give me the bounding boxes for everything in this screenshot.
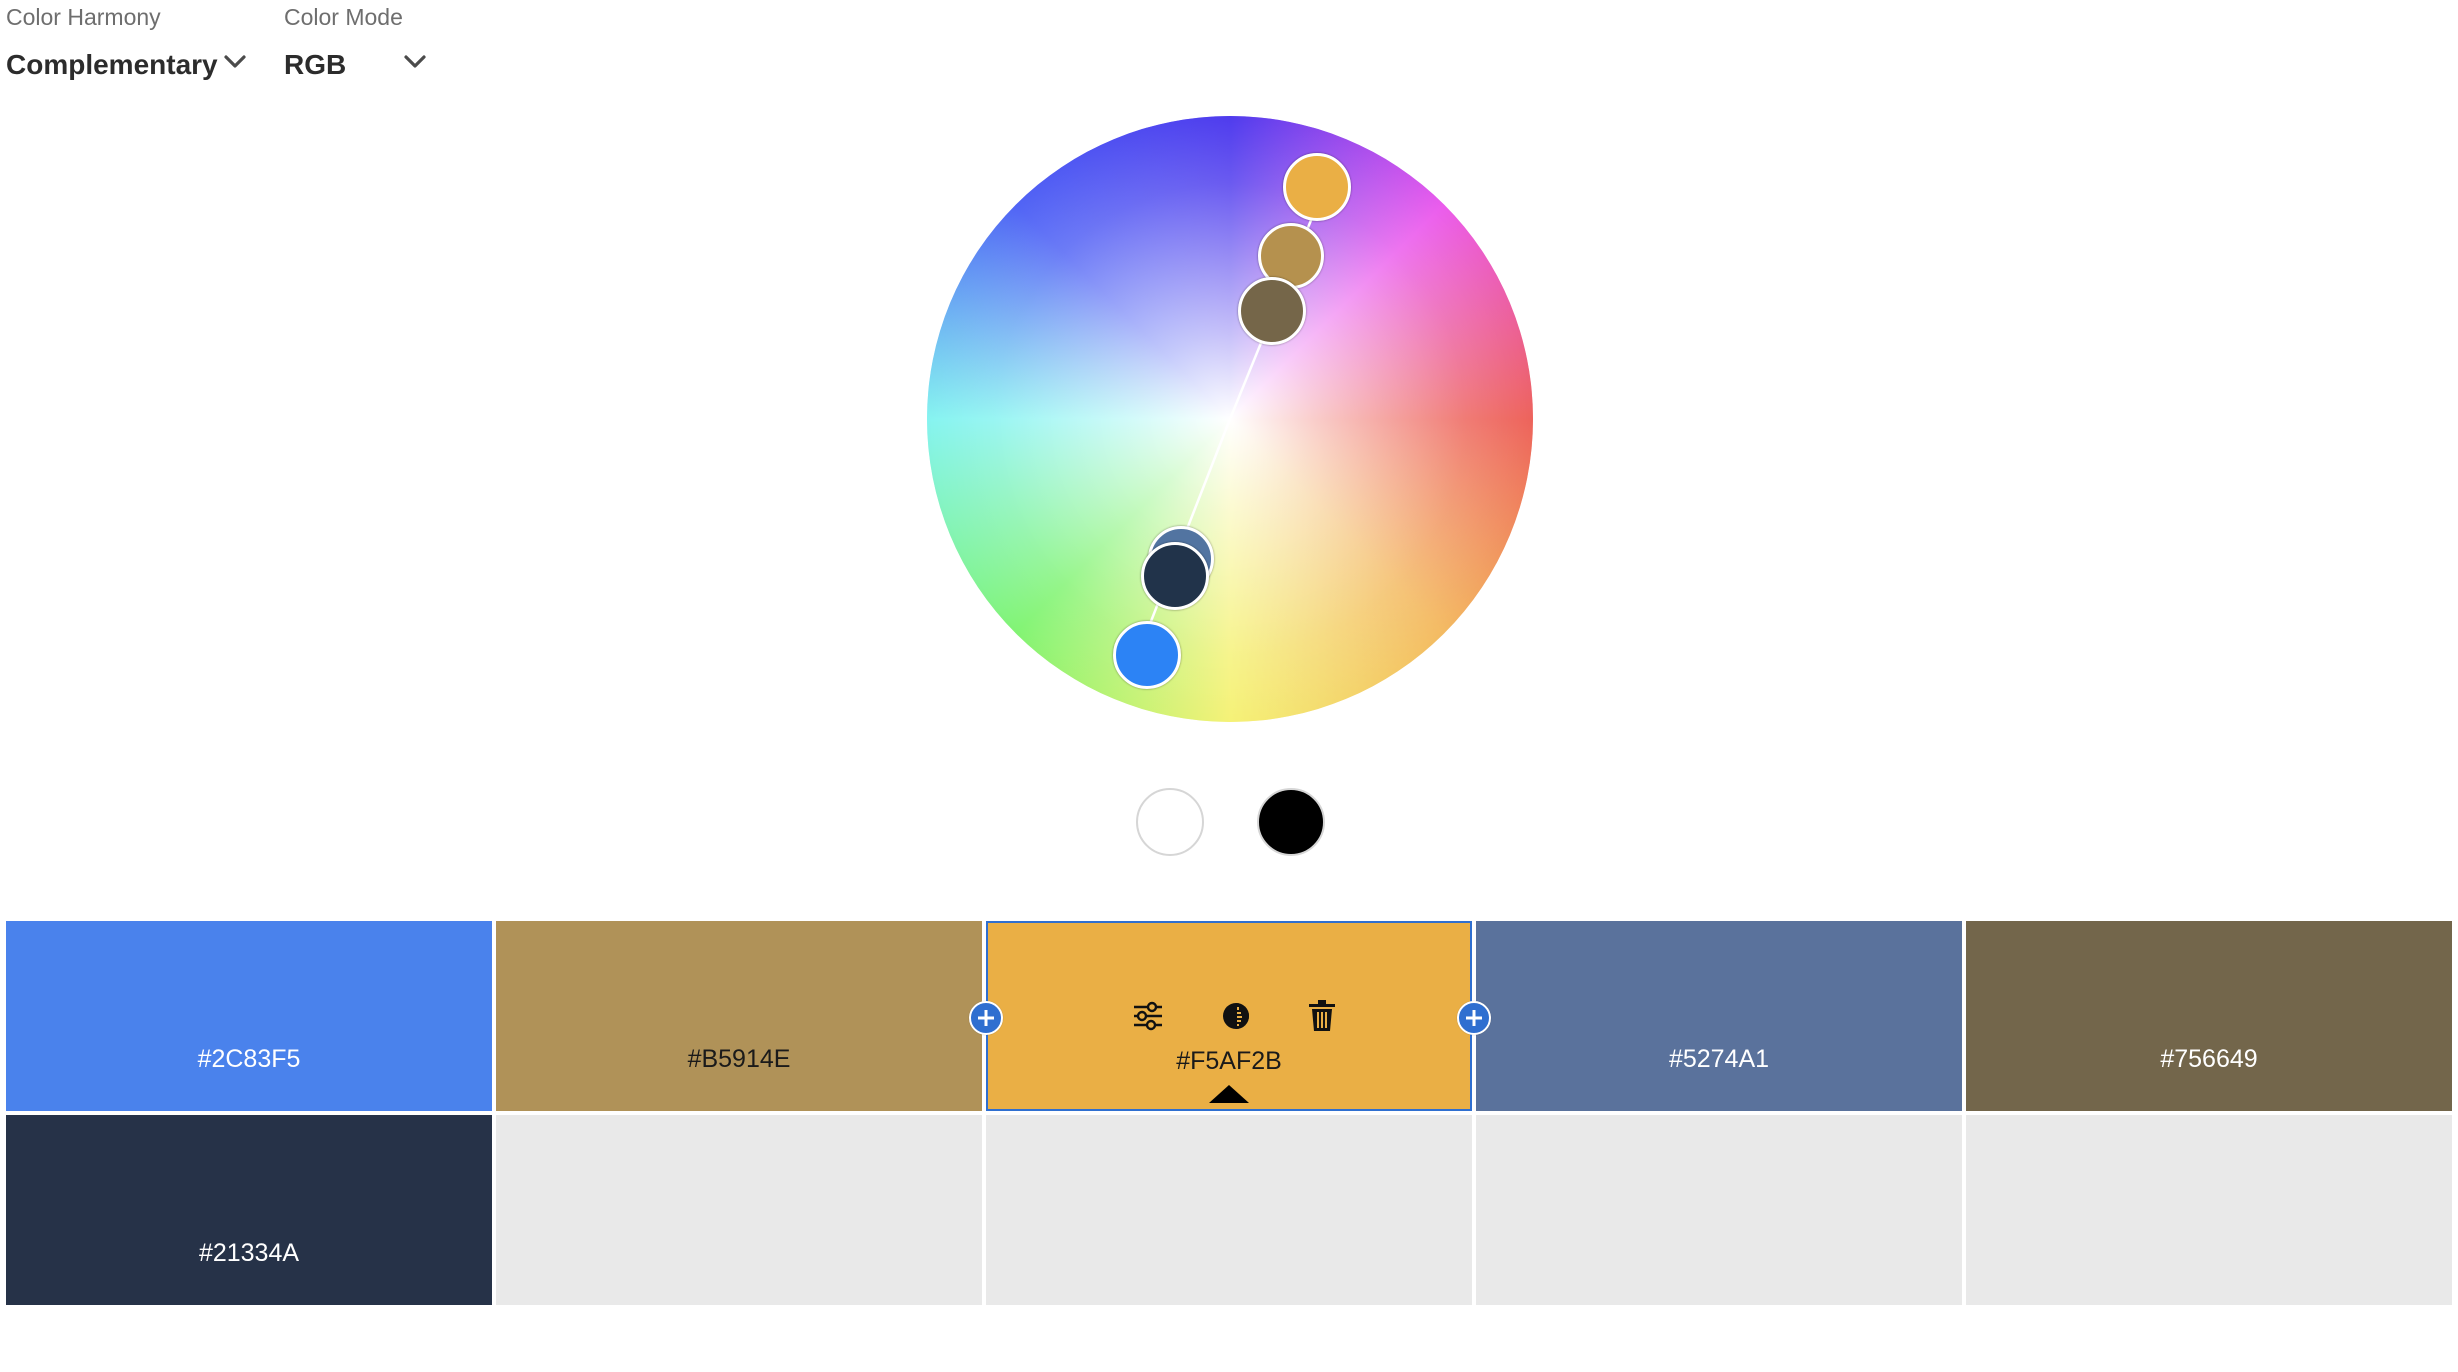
color-wheel-page: Color Harmony Complementary Color Mode R… <box>0 0 2458 1372</box>
color-mode-label: Color Mode <box>284 4 403 30</box>
add-swatch-left-button[interactable] <box>969 1001 1003 1035</box>
empty-swatch-cell[interactable] <box>1476 1115 1962 1305</box>
color-harmony-value[interactable]: Complementary <box>6 49 218 81</box>
swatch-cell[interactable]: #21334A <box>6 1115 492 1305</box>
color-handle-base[interactable] <box>1283 153 1351 221</box>
contrast-icon[interactable] <box>1218 998 1254 1034</box>
color-harmony-label: Color Harmony <box>6 4 161 30</box>
empty-swatch-cell[interactable] <box>1966 1115 2452 1305</box>
swatch-cell[interactable]: #5274A1 <box>1476 921 1962 1111</box>
harmony-connector <box>1137 204 1323 653</box>
swatch-cell[interactable]: #756649 <box>1966 921 2452 1111</box>
color-handle[interactable] <box>1141 542 1209 610</box>
swatch-toolbar <box>988 998 1470 1034</box>
empty-swatch-cell[interactable] <box>986 1115 1472 1305</box>
swatch-hex-label[interactable]: #21334A <box>6 1239 492 1268</box>
swatch-hex-label[interactable]: #5274A1 <box>1476 1045 1962 1074</box>
swatch-cell[interactable]: #B5914E <box>496 921 982 1111</box>
swatch-hex-label[interactable]: #756649 <box>1966 1045 2452 1074</box>
swatch-cell[interactable]: #2C83F5 <box>6 921 492 1111</box>
black-swatch-button[interactable] <box>1257 788 1325 856</box>
sliders-icon[interactable] <box>1130 998 1166 1034</box>
color-wheel[interactable] <box>927 116 1533 722</box>
chevron-down-icon[interactable] <box>402 52 428 72</box>
trash-icon[interactable] <box>1304 998 1340 1034</box>
color-mode-dropdown[interactable]: Color Mode RGB <box>284 0 434 90</box>
swatch-hex-label[interactable]: #B5914E <box>496 1045 982 1074</box>
swatch-grid: #2C83F5 #B5914E #F5AF2B #5274A1 #756649 … <box>6 921 2458 1307</box>
swatch-hex-label[interactable]: #F5AF2B <box>988 1047 1470 1076</box>
color-harmony-dropdown[interactable]: Color Harmony Complementary <box>6 0 256 90</box>
color-mode-value[interactable]: RGB <box>284 49 346 81</box>
add-swatch-right-button[interactable] <box>1457 1001 1491 1035</box>
empty-swatch-cell[interactable] <box>496 1115 982 1305</box>
swatch-hex-label[interactable]: #2C83F5 <box>6 1045 492 1074</box>
color-handle[interactable] <box>1238 277 1306 345</box>
base-color-indicator-icon <box>1209 1085 1249 1103</box>
white-swatch-button[interactable] <box>1136 788 1204 856</box>
chevron-down-icon[interactable] <box>222 52 248 72</box>
swatch-cell-selected[interactable]: #F5AF2B <box>986 921 1472 1111</box>
color-handle[interactable] <box>1113 621 1181 689</box>
